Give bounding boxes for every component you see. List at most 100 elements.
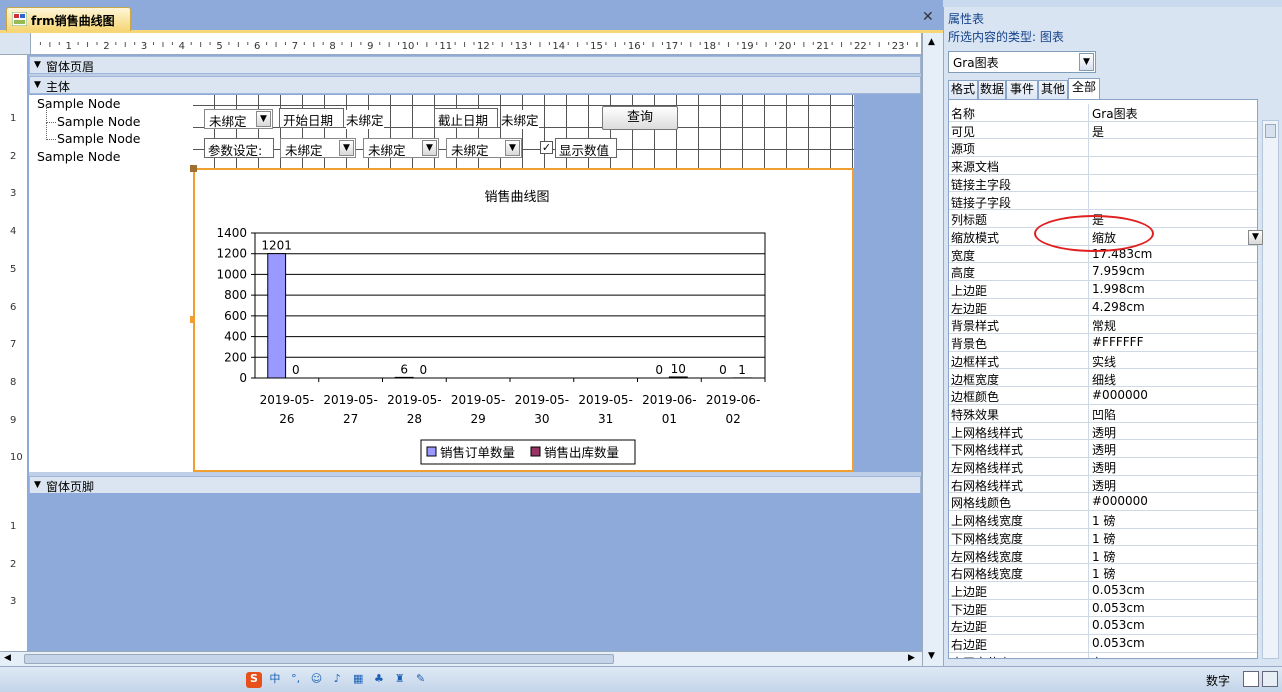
tree-view[interactable]: Sample Node Sample Node Sample Node Samp… <box>37 95 140 165</box>
emoji-icon[interactable]: ☺ <box>308 672 324 688</box>
property-value[interactable]: #000000 <box>1092 388 1257 402</box>
property-value[interactable]: 0.053cm <box>1092 601 1257 615</box>
property-value[interactable]: 4.298cm <box>1092 300 1257 314</box>
tab-2[interactable]: 事件 <box>1006 80 1038 99</box>
object-selector[interactable]: Gra图表 ▼ <box>948 51 1096 73</box>
property-value[interactable]: 透明 <box>1092 441 1257 458</box>
property-value[interactable]: #000000 <box>1092 494 1257 508</box>
move-handle[interactable] <box>190 165 197 172</box>
dropdown-arrow-icon[interactable]: ▼ <box>1079 53 1094 71</box>
property-value[interactable]: Gra图表 <box>1092 105 1257 122</box>
close-icon[interactable]: ✕ <box>922 9 934 25</box>
skin-icon[interactable]: ♜ <box>392 672 408 688</box>
property-value[interactable]: #FFFFFF <box>1092 335 1257 349</box>
property-value[interactable]: 透明 <box>1092 459 1257 476</box>
scroll-down-icon[interactable]: ▼ <box>928 651 935 661</box>
property-row[interactable]: 源项 <box>949 139 1257 158</box>
tree-node[interactable]: Sample Node <box>37 148 140 166</box>
property-value[interactable]: 1.998cm <box>1092 282 1257 296</box>
property-row[interactable]: 左网格线宽度 1 磅 <box>949 546 1257 565</box>
property-value[interactable]: 实线 <box>1092 353 1257 370</box>
property-row[interactable]: 来源文档 <box>949 157 1257 176</box>
property-row[interactable]: 右边距 0.053cm <box>949 635 1257 653</box>
property-row[interactable]: 水平定位点 左 <box>949 652 1257 658</box>
property-row[interactable]: 右网格线宽度 1 磅 <box>949 564 1257 583</box>
scroll-thumb[interactable] <box>1265 124 1276 138</box>
property-row[interactable]: 上边距 1.998cm <box>949 281 1257 299</box>
property-row[interactable]: 背景色 #FFFFFF <box>949 334 1257 353</box>
property-row[interactable]: 链接主字段 <box>949 174 1257 193</box>
property-value[interactable]: 是 <box>1092 123 1257 140</box>
property-row[interactable]: 边框颜色 #000000 <box>949 387 1257 406</box>
property-grid[interactable]: 名称 Gra图表 可见是源项 来源文档 链接主字段 链接子字段 列标题是缩放模式 缩放 宽度 17… <box>948 99 1258 659</box>
property-row[interactable]: 左边距 0.053cm <box>949 617 1257 636</box>
property-row[interactable]: 边框样式 实线 <box>949 351 1257 370</box>
property-row[interactable]: 特殊效果 凹陷 <box>949 404 1257 423</box>
ime-toolbar[interactable]: S 中 °, ☺ ♪ ▦ ♣ ♜ ✎ <box>246 670 430 690</box>
tab-0[interactable]: 格式 <box>948 80 978 99</box>
tab-1[interactable]: 数据 <box>978 80 1006 99</box>
unbound-combo[interactable]: 未绑定 ▼ <box>204 109 273 129</box>
tab-3[interactable]: 其他 <box>1038 80 1068 99</box>
query-button[interactable]: 查询 <box>602 106 678 130</box>
property-value[interactable]: 0.053cm <box>1092 583 1257 597</box>
property-row[interactable]: 边框宽度 细线 <box>949 369 1257 388</box>
document-tab[interactable]: frm销售曲线图 <box>6 7 131 31</box>
toolbox-icon[interactable]: ♣ <box>371 672 387 688</box>
sogou-ime-icon[interactable]: S <box>246 672 262 688</box>
property-value[interactable]: 凹陷 <box>1092 406 1257 423</box>
show-values-checkbox[interactable]: ✓ <box>540 141 553 154</box>
horizontal-scrollbar[interactable]: ◀ ▶ <box>0 651 922 666</box>
tab-4[interactable]: 全部 <box>1068 78 1100 99</box>
start-date-field[interactable]: 未绑定 <box>346 110 384 129</box>
property-row[interactable]: 背景样式 常规 <box>949 316 1257 335</box>
footer-section[interactable] <box>29 493 921 651</box>
dropdown-arrow-icon[interactable]: ▼ <box>256 111 271 127</box>
zoom-mode-dropdown-arrow-icon[interactable]: ▼ <box>1248 230 1263 245</box>
dropdown-arrow-icon[interactable]: ▼ <box>339 140 354 156</box>
property-value[interactable]: 透明 <box>1092 424 1257 441</box>
resize-handle[interactable] <box>190 316 194 323</box>
property-value[interactable]: 常规 <box>1092 317 1257 334</box>
scroll-right-icon[interactable]: ▶ <box>908 653 915 663</box>
property-value[interactable]: 1 磅 <box>1092 530 1257 547</box>
param-combo-2[interactable]: 未绑定 ▼ <box>363 138 439 158</box>
property-row[interactable]: 上边距 0.053cm <box>949 581 1257 600</box>
chinese-mode-icon[interactable]: 中 <box>267 670 283 686</box>
property-value[interactable]: 细线 <box>1092 371 1257 388</box>
property-row[interactable]: 上网格线宽度 1 磅 <box>949 511 1257 530</box>
chart-control[interactable]: 销售曲线图 0 200 400 600 800 1000 1200 1400 2019-05- 26… <box>190 165 854 472</box>
keyboard-icon[interactable]: ▦ <box>350 672 366 688</box>
property-value[interactable]: 1 磅 <box>1092 565 1257 582</box>
section-header-bar[interactable]: ▼ 窗体页眉 <box>29 56 921 74</box>
property-value[interactable]: 透明 <box>1092 477 1257 494</box>
property-row[interactable]: 左网格线样式 透明 <box>949 458 1257 476</box>
property-value[interactable]: 0.053cm <box>1092 636 1257 650</box>
design-view-icon[interactable] <box>1262 671 1278 687</box>
property-scrollbar[interactable] <box>1262 120 1279 659</box>
property-value[interactable]: 1 磅 <box>1092 512 1257 529</box>
form-view-icon[interactable] <box>1243 671 1259 687</box>
property-value[interactable]: 左 <box>1092 654 1257 658</box>
property-value[interactable]: 7.959cm <box>1092 264 1257 278</box>
property-row[interactable]: 链接子字段 <box>949 192 1257 211</box>
vertical-scrollbar[interactable]: ▲ ▼ <box>922 33 943 666</box>
property-value[interactable]: 0.053cm <box>1092 618 1257 632</box>
property-value[interactable]: 1 磅 <box>1092 548 1257 565</box>
property-row[interactable]: 下网格线宽度 1 磅 <box>949 528 1257 547</box>
tree-node[interactable]: Sample Node <box>37 123 140 148</box>
property-row[interactable]: 下网格线样式 透明 <box>949 440 1257 459</box>
dropdown-arrow-icon[interactable]: ▼ <box>505 140 520 156</box>
scroll-up-icon[interactable]: ▲ <box>928 37 935 47</box>
section-footer-bar[interactable]: ▼ 窗体页脚 <box>29 476 921 494</box>
scroll-thumb[interactable] <box>24 654 614 664</box>
dropdown-arrow-icon[interactable]: ▼ <box>422 140 437 156</box>
scroll-left-icon[interactable]: ◀ <box>4 653 11 663</box>
punctuation-icon[interactable]: °, <box>288 672 304 688</box>
param-combo-3[interactable]: 未绑定 ▼ <box>446 138 522 158</box>
property-row[interactable]: 网格线颜色 #000000 <box>949 493 1257 512</box>
property-row[interactable]: 上网格线样式 透明 <box>949 422 1257 441</box>
horizontal-ruler[interactable]: 1 2 3 4 5 6 7 8 9 10 11 12 13 14 15 16 17 18 19 20 21 22 23 <box>31 33 921 55</box>
property-row[interactable]: 可见 是 <box>949 121 1257 140</box>
property-row[interactable]: 名称 Gra图表 <box>949 104 1257 122</box>
